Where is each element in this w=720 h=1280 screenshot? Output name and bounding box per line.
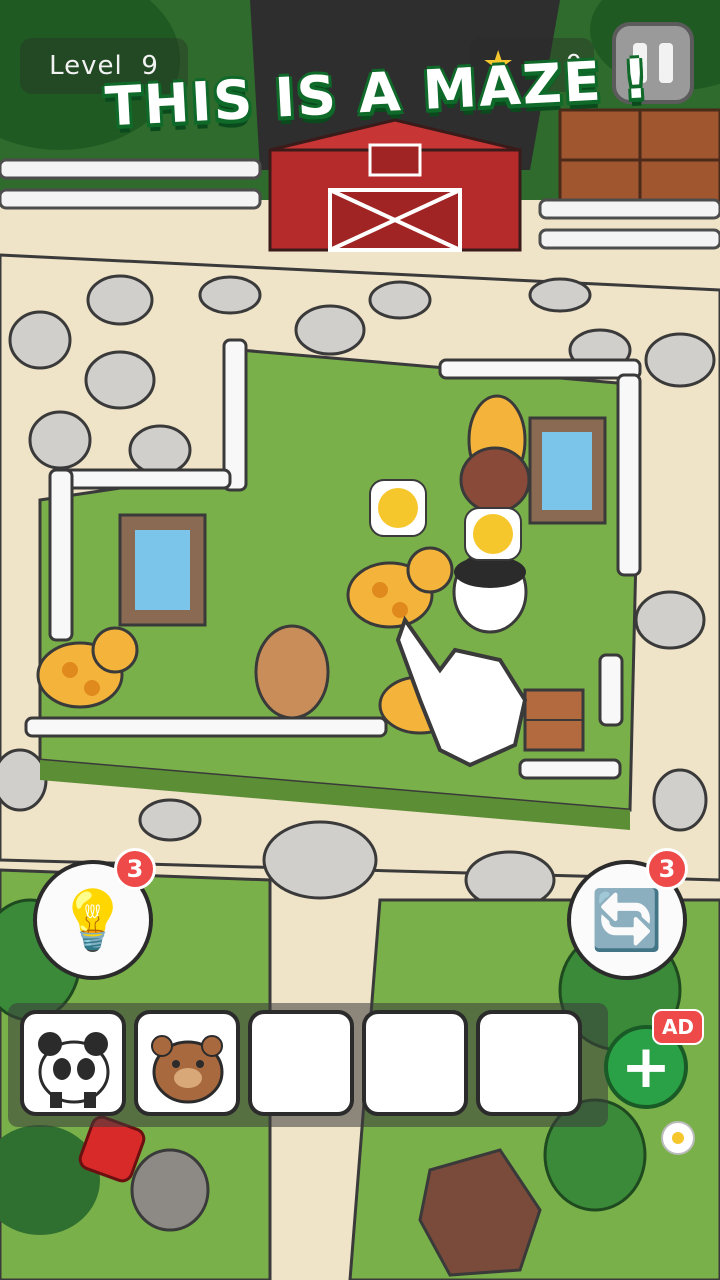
shuffle-arrows-icon: 🔄 — [590, 885, 664, 954]
moose[interactable] — [459, 446, 531, 514]
hint-count-badge: 3 — [114, 848, 156, 890]
tray-slot-panda[interactable] — [20, 1010, 126, 1116]
lightbulb-icon: 💡 — [56, 885, 130, 954]
tray-slot-bear[interactable] — [134, 1010, 240, 1116]
tray-slot-empty — [362, 1010, 468, 1116]
shuffle-count-badge: 3 — [646, 848, 688, 890]
panda-icon — [38, 1032, 110, 1108]
bear[interactable] — [254, 624, 330, 720]
ad-badge: AD — [652, 1009, 704, 1045]
tray-slot-empty — [476, 1010, 582, 1116]
panda[interactable] — [452, 550, 528, 634]
tray-slot-empty — [248, 1010, 354, 1116]
bear-icon — [151, 1035, 224, 1104]
angry-emoji-bubble — [464, 507, 522, 561]
sad-emoji-bubble — [369, 479, 427, 537]
